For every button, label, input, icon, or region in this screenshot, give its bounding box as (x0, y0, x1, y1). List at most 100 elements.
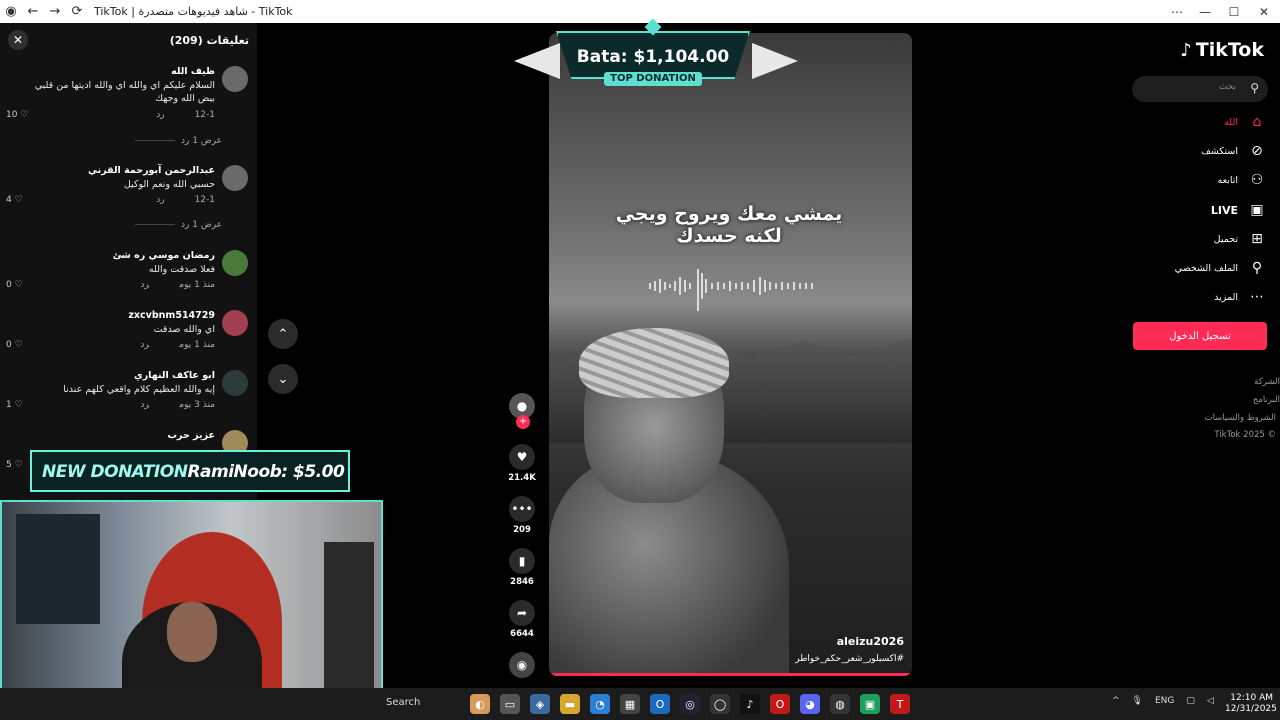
close-comments-button[interactable]: ✕ (8, 30, 28, 50)
comments-count-title: تعليقات (209) (169, 33, 249, 47)
comment-author[interactable]: ابو عاكف النهاري (134, 370, 215, 381)
nav-item-profile[interactable]: ⚲ الملف الشخصي (1175, 258, 1266, 278)
nav-item-upload[interactable]: ⊞ تحميل (1214, 229, 1266, 249)
video-hashtags[interactable]: #اكسبلور_شعر_حكم_خواطر (795, 654, 904, 664)
store-icon[interactable]: ▦ (620, 694, 640, 714)
save-button[interactable]: ▮ 2846 (507, 548, 537, 587)
comment-date: منذ 1 يوم (179, 280, 215, 290)
app-tf-icon[interactable]: T (890, 694, 910, 714)
comment-author[interactable]: رمضان موسي ره شئ (113, 250, 215, 261)
outlook-icon[interactable]: O (650, 694, 670, 714)
reply-button[interactable]: رد (140, 400, 149, 410)
nav-label: المزيد (1214, 291, 1238, 303)
minimize-button[interactable]: — (1190, 0, 1220, 23)
footer-link-company[interactable]: الشركة (1254, 377, 1280, 387)
tiktok-app-icon[interactable]: ♪ (740, 694, 760, 714)
network-icon[interactable]: ▢ (1186, 696, 1195, 706)
comment-like-button[interactable]: 5 ♡ (6, 460, 23, 470)
edge-icon[interactable]: ◔ (590, 694, 610, 714)
comment-button[interactable]: ••• 209 (507, 496, 537, 535)
maximize-button[interactable]: ☐ (1219, 0, 1249, 23)
music-disc-button[interactable]: ◉ (507, 652, 537, 678)
shelf-graphic (324, 542, 374, 702)
file-explorer-icon[interactable]: ▬ (560, 694, 580, 714)
comment-meta: 12-1 رد (126, 195, 215, 205)
avatar[interactable] (222, 370, 248, 396)
obs-icon[interactable]: ◍ (830, 694, 850, 714)
comment-like-button[interactable]: 0 ♡ (6, 340, 23, 350)
comment-date: 12-1 (194, 110, 215, 120)
reply-button[interactable]: رد (156, 110, 164, 120)
video-player[interactable]: يمشي معك ويروح ويجي لكنه حسدك aleizu2026… (549, 33, 912, 676)
compass-icon: ⊘ (1251, 143, 1263, 159)
video-author[interactable]: aleizu2026 (837, 635, 904, 648)
upload-icon: ⊞ (1251, 231, 1263, 247)
reply-button[interactable]: رد (140, 340, 149, 350)
comment-like-button[interactable]: 4 ♡ (6, 195, 23, 205)
search-input[interactable]: بحث ⚲ (1132, 76, 1268, 102)
video-progress-bar[interactable] (549, 673, 912, 676)
like-count: 5 (6, 460, 12, 470)
view-replies-button[interactable]: عرض 1 رد (135, 220, 222, 230)
footer-link-program[interactable]: البرنامج (1253, 395, 1280, 405)
search-icon[interactable]: ⚲ (1250, 81, 1259, 95)
avatar[interactable] (222, 66, 248, 92)
search-placeholder: بحث (1218, 82, 1236, 92)
nav-item-following[interactable]: ⚇ اتابعه (1218, 170, 1267, 190)
comment-like-button[interactable]: 0 ♡ (6, 280, 23, 290)
follow-plus-icon[interactable]: + (516, 415, 530, 429)
steam-icon[interactable]: ◎ (680, 694, 700, 714)
volume-icon[interactable]: ◁ (1207, 696, 1214, 706)
nav-item-explore[interactable]: ⊘ استكشف (1201, 141, 1266, 161)
comment-text: إيه والله العظيم كلام واقعي كلهم عندنا (63, 384, 215, 395)
comment-author[interactable]: ظيف الله (171, 66, 215, 77)
avatar[interactable] (222, 250, 248, 276)
avatar[interactable] (222, 165, 248, 191)
reply-button[interactable]: رد (156, 195, 164, 205)
comment-author[interactable]: zxcvbnm514729 (128, 310, 215, 321)
share-button[interactable]: ➦ 6644 (507, 600, 537, 639)
microphone-icon[interactable]: 🎙 (1132, 696, 1143, 706)
top-donation-banner: Bata: $1,104.00 TOP DONATION (506, 18, 798, 93)
share-icon: ➦ (509, 600, 535, 626)
chevron-up-icon[interactable]: ^ (1112, 696, 1120, 706)
language-indicator[interactable]: ENG (1155, 696, 1174, 706)
next-video-button[interactable]: ⌄ (268, 364, 298, 394)
nav-item-home[interactable]: ⌂ الله (1224, 112, 1266, 132)
caption-line-2: لكنه حسدك (676, 225, 782, 247)
nav-label: استكشف (1200, 145, 1238, 157)
comment-author[interactable]: عبدالرحمن آبورحمة القرني (88, 165, 215, 176)
comment-like-button[interactable]: 10 ♡ (6, 110, 28, 120)
copilot-icon[interactable]: ◈ (530, 694, 550, 714)
previous-video-button[interactable]: ⌃ (268, 319, 298, 349)
streamlabs-icon[interactable]: ▣ (860, 694, 880, 714)
nav-item-live[interactable]: ▣ LIVE (1211, 200, 1266, 220)
comment-like-button[interactable]: 1 ♡ (6, 400, 23, 410)
back-icon[interactable]: ← (22, 4, 44, 19)
view-replies-button[interactable]: عرض 1 رد (135, 136, 222, 146)
creator-avatar-button[interactable]: ● + (507, 393, 537, 429)
like-button[interactable]: ♥ 21.4K (507, 444, 537, 483)
close-window-button[interactable]: ✕ (1249, 0, 1279, 23)
profile-icon: ⚲ (1251, 260, 1263, 276)
more-icon[interactable]: ⋯ (1162, 0, 1192, 23)
nav-item-more[interactable]: ⋯ المزيد (1214, 287, 1266, 307)
tiktok-logo[interactable]: ♪ TikTok (1180, 39, 1264, 61)
discord-icon[interactable]: ◕ (800, 694, 820, 714)
like-count: 4 (6, 195, 12, 205)
like-count: 21.4K (508, 473, 536, 483)
taskbar-clock[interactable]: 12:10 AM 12/31/2025 (1225, 693, 1277, 715)
login-button[interactable]: تسجيل الدخول (1133, 322, 1267, 350)
opera-icon[interactable]: O (770, 694, 790, 714)
new-donation-label: NEW DONATION (42, 462, 188, 482)
reply-button[interactable]: رد (140, 280, 149, 290)
avatar[interactable] (222, 310, 248, 336)
footer-link-terms[interactable]: الشروط والسياسات (1205, 413, 1276, 423)
task-view-icon[interactable]: ▭ (500, 694, 520, 714)
burger-widget-icon[interactable]: ◐ (470, 694, 490, 714)
app-icon[interactable]: ◯ (710, 694, 730, 714)
forward-icon[interactable]: → (44, 4, 66, 19)
taskbar-search[interactable]: Search (386, 697, 420, 708)
refresh-icon[interactable]: ⟳ (66, 4, 88, 19)
comment-author[interactable]: عزيز حرب (168, 430, 216, 441)
